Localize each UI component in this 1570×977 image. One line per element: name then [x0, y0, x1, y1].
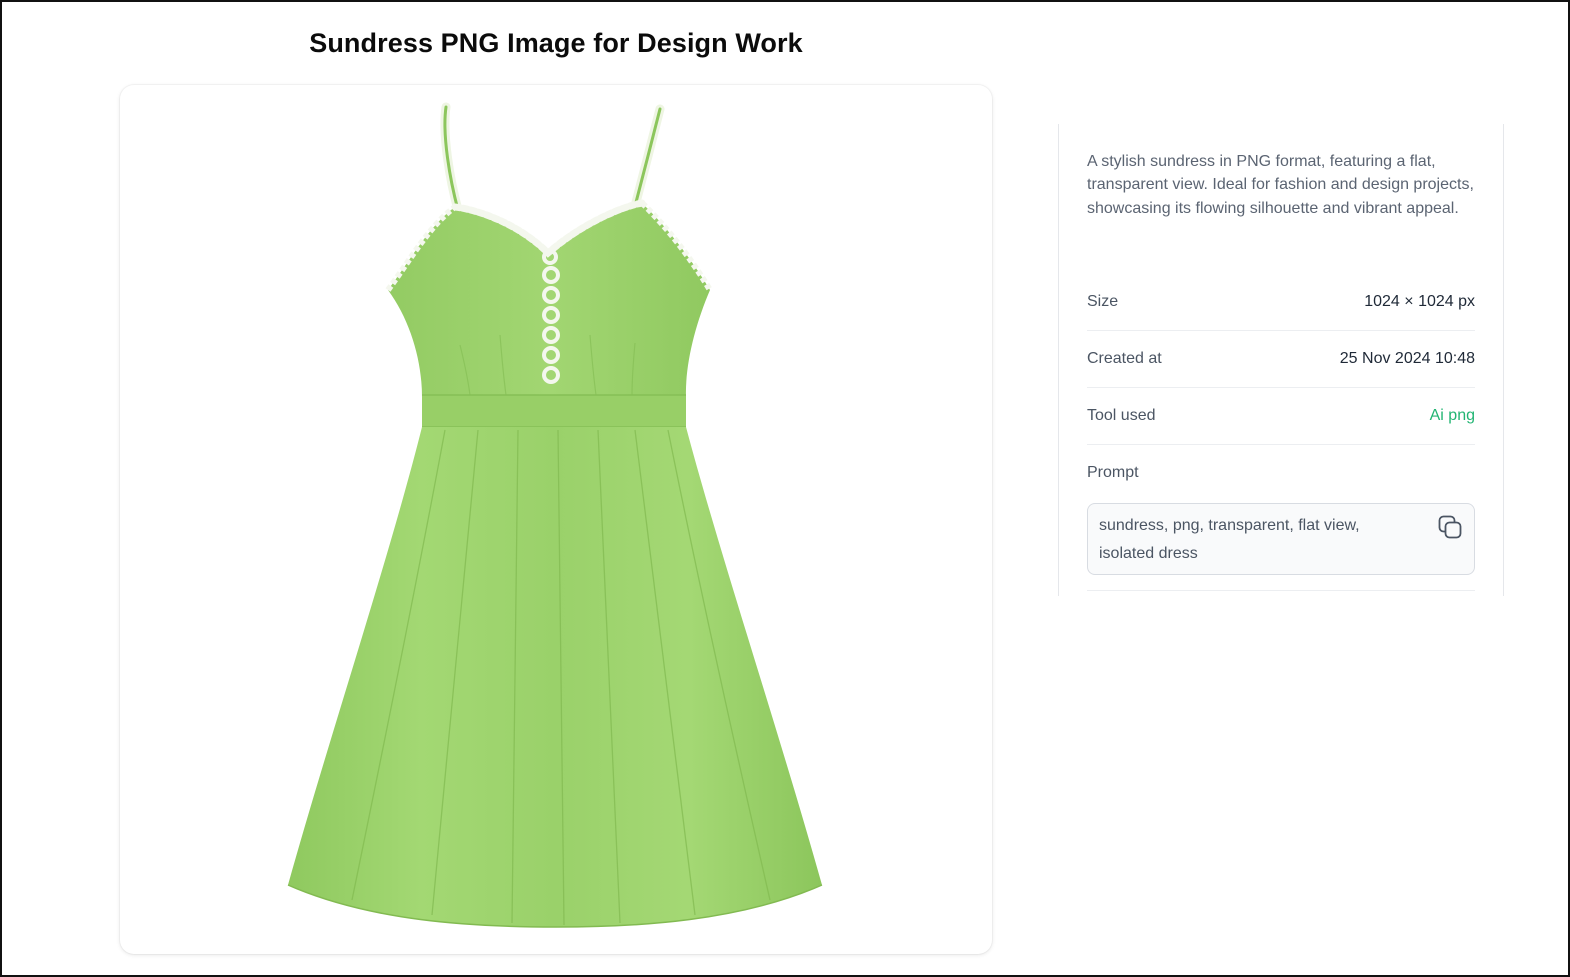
size-value: 1024 × 1024 px: [1364, 293, 1475, 310]
image-description: A stylish sundress in PNG format, featur…: [1087, 153, 1474, 217]
detail-row-tool-used: Tool used Ai png: [1087, 388, 1475, 445]
page-frame: Sundress PNG Image for Design Work A sty…: [0, 0, 1570, 977]
copy-prompt-button[interactable]: [1436, 513, 1464, 541]
tool-used-label: Tool used: [1087, 407, 1156, 424]
size-label: Size: [1087, 293, 1119, 310]
detail-row-size: Size 1024 × 1024 px: [1087, 274, 1475, 331]
copy-icon: [1438, 515, 1462, 539]
prompt-text[interactable]: sundress, png, transparent, flat view, i…: [1099, 512, 1419, 568]
prompt-label: Prompt: [1087, 464, 1139, 481]
image-card: [120, 85, 992, 954]
created-at-label: Created at: [1087, 350, 1162, 367]
panel-divider: [1087, 590, 1475, 591]
prompt-box: sundress, png, transparent, flat view, i…: [1087, 503, 1475, 575]
tool-used-link[interactable]: Ai png: [1430, 407, 1475, 425]
page-title: Sundress PNG Image for Design Work: [309, 28, 803, 58]
image-details-panel: A stylish sundress in PNG format, featur…: [1058, 124, 1504, 596]
sundress-image: [287, 102, 823, 928]
created-at-value: 25 Nov 2024 10:48: [1339, 350, 1475, 367]
detail-row-created-at: Created at 25 Nov 2024 10:48: [1087, 331, 1475, 388]
